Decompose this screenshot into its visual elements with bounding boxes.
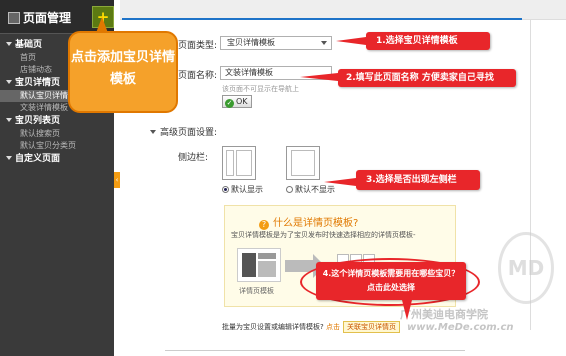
watermark-text: 广州美迪电商学院 (400, 308, 488, 321)
sidebar-section-custom[interactable]: 自定义页面 (0, 152, 114, 166)
chevron-down-icon (150, 130, 156, 134)
sidebar-section-list[interactable]: 宝贝列表页 (0, 114, 114, 128)
footer-divider (165, 350, 465, 351)
callout-step4: 4.这个详情页模板需要用在哪些宝贝？ 点击此处选择 (316, 262, 466, 300)
callout-step3: 3.选择是否出现左侧栏 (356, 170, 480, 190)
header-divider (122, 18, 522, 20)
callout-pointer (96, 17, 108, 33)
radio-selected-icon (222, 186, 229, 193)
page-type-select[interactable]: 宝贝详情模板 (220, 36, 332, 50)
link-product-detail-button[interactable]: 关联宝贝详情页 (342, 321, 400, 333)
callout-step1: 1.选择宝贝详情模板 (366, 32, 490, 50)
watermark-url: www.MeDe.com.cn (407, 322, 514, 333)
main-header-bar (120, 0, 566, 20)
radio-icon (286, 186, 293, 193)
click-here-text: 点击 (325, 323, 340, 331)
info-title: ? 什么是详情页模板? (259, 214, 358, 230)
callout-pointer (336, 37, 366, 45)
callout-pointer (300, 73, 338, 81)
chevron-down-icon (6, 42, 12, 46)
batch-setting-row: 批量为宝贝设置或编辑详情模板? 点击 关联宝贝详情页 (222, 321, 400, 333)
callout-pointer (402, 300, 412, 320)
page-type-label: 页面类型: (178, 41, 218, 51)
page-icon (8, 12, 20, 24)
page-type-value: 宝贝详情模板 (227, 38, 275, 47)
callout-step4-line1: 4.这个详情页模板需要用在哪些宝贝？ (322, 269, 460, 278)
question-icon: ? (259, 220, 269, 230)
chevron-down-icon (321, 41, 327, 45)
page-name-label: 页面名称: (178, 71, 218, 81)
advanced-settings-toggle[interactable]: 高级页面设置: (150, 125, 217, 138)
check-icon: ✓ (225, 99, 234, 108)
chevron-down-icon (6, 80, 12, 84)
watermark-logo: MD (498, 232, 554, 304)
layout-without-sidebar-option[interactable] (286, 146, 320, 180)
callout-add-template: 点击添加宝贝详情模板 (68, 17, 178, 113)
callout-step4-line2: 点击此处选择 (367, 283, 415, 292)
sidebar-setting-label: 侧边栏: (178, 153, 209, 163)
sidebar-collapse-toggle[interactable]: ‹ (114, 172, 120, 188)
layout-with-sidebar-option[interactable] (222, 146, 256, 180)
callout-step2: 2.填写此页面名称 方便卖家自己寻找 (338, 69, 516, 87)
template-caption: 详情页模板 (239, 287, 274, 295)
ok-button[interactable]: ✓ OK (222, 95, 252, 108)
sidebar-title: 页面管理 (8, 9, 71, 26)
sidebar-item-default-search[interactable]: 默认搜索页 (0, 128, 114, 140)
template-preview-image (237, 248, 281, 282)
callout-pointer (324, 178, 356, 186)
chevron-down-icon (6, 118, 12, 122)
sidebar-item-default-category[interactable]: 默认宝贝分类页 (0, 140, 114, 152)
info-description: 宝贝详情模板是为了宝贝发布时快速选择相应的详情页模板- (231, 231, 416, 239)
chevron-down-icon (6, 156, 12, 160)
page-name-hint: 该页面不可显示在导航上 (222, 85, 299, 93)
radio-show-sidebar[interactable]: 默认显示 (222, 184, 263, 195)
sidebar-title-text: 页面管理 (23, 11, 72, 25)
